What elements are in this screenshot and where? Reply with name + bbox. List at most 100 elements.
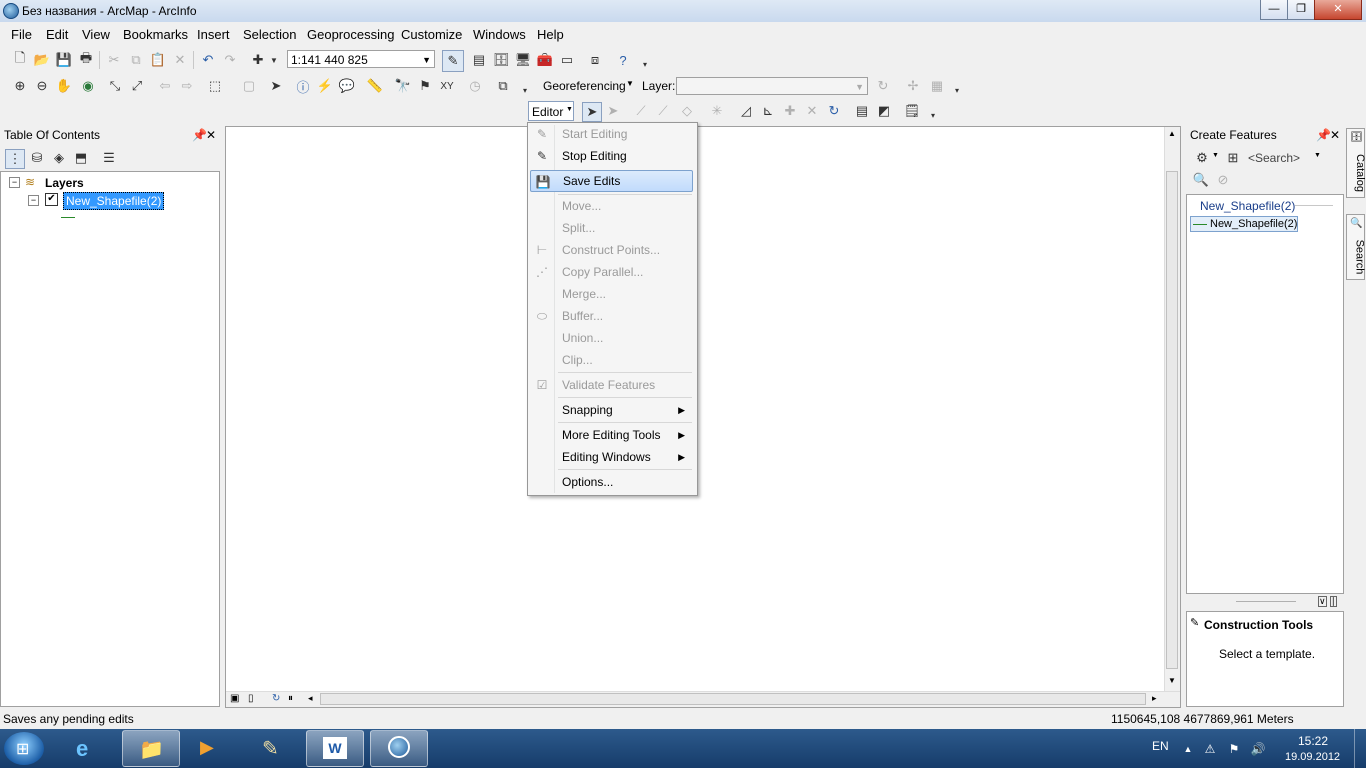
select-features-icon[interactable]: ⬚: [206, 77, 224, 95]
menu-insert[interactable]: Insert: [197, 27, 230, 42]
add-control-points-icon[interactable]: ✢: [904, 77, 922, 95]
create-features-icon[interactable]: 🗒: [903, 102, 921, 120]
layer-visibility-checkbox[interactable]: ✔: [45, 193, 58, 206]
clock-date[interactable]: 19.09.2012: [1285, 751, 1340, 763]
show-hidden-icons-icon[interactable]: ▲: [1180, 741, 1196, 757]
menu-move[interactable]: Move...: [530, 195, 693, 217]
close-icon[interactable]: ✕: [206, 125, 216, 145]
menu-help[interactable]: Help: [537, 27, 564, 42]
collapse-icon[interactable]: −: [9, 177, 20, 188]
toolbar-options-icon[interactable]: ▾: [948, 81, 966, 99]
collapse-icon[interactable]: −: [28, 195, 39, 206]
forward-extent-icon[interactable]: ⇨: [178, 77, 196, 95]
language-indicator[interactable]: EN: [1152, 739, 1169, 753]
menu-bookmarks[interactable]: Bookmarks: [123, 27, 188, 42]
organize-templates-icon[interactable]: ⚙: [1193, 149, 1211, 167]
georeferencing-menu[interactable]: Georeferencing: [543, 79, 626, 93]
menu-merge[interactable]: Merge...: [530, 283, 693, 305]
menu-options[interactable]: Options...: [530, 471, 693, 493]
menu-split[interactable]: Split...: [530, 217, 693, 239]
model-builder-icon[interactable]: ⧈: [586, 51, 604, 69]
create-viewer-icon[interactable]: ⧉: [494, 77, 512, 95]
back-extent-icon[interactable]: ⇦: [156, 77, 174, 95]
menu-snapping[interactable]: Snapping ▶: [530, 399, 693, 421]
map-view[interactable]: ▲ ▼ ▣ ▯ ↻ ⏸ ◂ ▸: [225, 126, 1181, 708]
select-elements-icon[interactable]: ➤: [267, 77, 285, 95]
menu-start-editing[interactable]: ✎ Start Editing: [530, 123, 693, 145]
vertical-scrollbar[interactable]: ▲ ▼: [1164, 127, 1180, 692]
menu-editing-windows[interactable]: Editing Windows ▶: [530, 446, 693, 468]
menu-edit[interactable]: Edit: [46, 27, 68, 42]
map-scale-combo[interactable]: 1:141 440 825 ▼: [287, 50, 435, 68]
edit-tool-icon[interactable]: ➤: [582, 102, 602, 122]
minimize-button[interactable]: —: [1260, 0, 1288, 20]
start-button[interactable]: ⊞: [4, 732, 44, 765]
menu-selection[interactable]: Selection: [243, 27, 296, 42]
menu-union[interactable]: Union...: [530, 327, 693, 349]
expand-panel-icon[interactable]: ∣: [1330, 596, 1337, 607]
list-by-visibility-icon[interactable]: ◈: [50, 149, 68, 167]
rotate-tool-icon[interactable]: ↻: [825, 102, 843, 120]
toolbar-options-icon[interactable]: ▾: [516, 81, 534, 99]
catalog-window-icon[interactable]: 🗄: [492, 51, 510, 69]
show-desktop-button[interactable]: [1354, 729, 1366, 768]
hyperlink-icon[interactable]: ⚡: [316, 77, 334, 95]
menu-geoprocessing[interactable]: Geoprocessing: [307, 27, 394, 42]
menu-windows[interactable]: Windows: [473, 27, 526, 42]
attributes-icon[interactable]: ▤: [853, 102, 871, 120]
cut-polygons-icon[interactable]: ✚: [781, 102, 799, 120]
open-icon[interactable]: 📂: [33, 51, 51, 69]
toolbar-options-icon[interactable]: ▾: [636, 55, 654, 73]
vertical-scroll-thumb[interactable]: [1166, 171, 1178, 669]
clock-time[interactable]: 15:22: [1298, 734, 1328, 748]
menu-construct-points[interactable]: ⊢ Construct Points...: [530, 239, 693, 261]
clear-search-icon[interactable]: ⊘: [1214, 171, 1232, 189]
list-by-drawing-order-icon[interactable]: ⋮: [5, 149, 25, 169]
save-icon[interactable]: 💾: [55, 51, 73, 69]
redo-icon[interactable]: ↷: [221, 51, 239, 69]
pin-icon[interactable]: 📌: [192, 125, 207, 145]
menu-copy-parallel[interactable]: ⋰ Copy Parallel...: [530, 261, 693, 283]
reshape-feature-icon[interactable]: ⊾: [759, 102, 777, 120]
menu-clip[interactable]: Clip...: [530, 349, 693, 371]
scroll-left-icon[interactable]: ◂: [308, 693, 313, 704]
menu-validate-features[interactable]: ☑ Validate Features: [530, 374, 693, 396]
menu-customize[interactable]: Customize: [401, 27, 462, 42]
georef-layer-combo[interactable]: ▼: [676, 77, 868, 95]
menu-save-edits[interactable]: 💾 Save Edits: [530, 170, 693, 192]
fixed-zoom-in-icon[interactable]: ⤡: [106, 77, 124, 95]
trace-icon[interactable]: ⟋: [654, 102, 672, 120]
pin-icon[interactable]: 📌: [1316, 125, 1331, 145]
action-center-icon[interactable]: ⚑: [1226, 741, 1242, 757]
template-search-box[interactable]: <Search>: [1248, 151, 1300, 165]
collapse-panel-icon[interactable]: ∨: [1318, 596, 1327, 607]
python-window-icon[interactable]: ▭: [558, 51, 576, 69]
editor-toolbar-icon[interactable]: ✎: [442, 50, 464, 72]
cut-icon[interactable]: ✂: [105, 51, 123, 69]
find-route-icon[interactable]: ⚑: [416, 77, 434, 95]
close-icon[interactable]: ✕: [1330, 125, 1340, 145]
menu-buffer[interactable]: ⬭ Buffer...: [530, 305, 693, 327]
taskbar-internet-explorer[interactable]: e: [60, 730, 118, 767]
taskbar-explorer[interactable]: 📁: [122, 730, 180, 767]
zoom-out-icon[interactable]: ⊖: [33, 77, 51, 95]
layer-name[interactable]: New_Shapefile(2): [63, 192, 165, 210]
taskbar-tool[interactable]: ✎: [244, 730, 302, 767]
close-button[interactable]: ✕: [1314, 0, 1362, 20]
copy-icon[interactable]: ⧉: [127, 51, 145, 69]
scroll-right-icon[interactable]: ▸: [1152, 693, 1157, 704]
scroll-down-icon[interactable]: ▼: [1168, 676, 1176, 685]
toc-options-icon[interactable]: ☰: [100, 149, 118, 167]
menu-more-editing-tools[interactable]: More Editing Tools ▶: [530, 424, 693, 446]
template-item[interactable]: New_Shapefile(2): [1190, 216, 1298, 232]
paste-icon[interactable]: 📋: [149, 51, 167, 69]
list-by-source-icon[interactable]: ⛁: [28, 149, 46, 167]
network-icon[interactable]: ⚠: [1202, 741, 1218, 757]
taskbar-word[interactable]: W: [306, 730, 364, 767]
list-by-selection-icon[interactable]: ⬒: [72, 149, 90, 167]
layout-view-icon[interactable]: ▯: [248, 693, 254, 704]
undo-icon[interactable]: ↶: [199, 51, 217, 69]
print-icon[interactable]: 🖶: [77, 50, 95, 69]
toolbar-options-icon[interactable]: ▾: [924, 106, 942, 124]
search-side-tab[interactable]: 🔍 Search: [1346, 214, 1365, 280]
